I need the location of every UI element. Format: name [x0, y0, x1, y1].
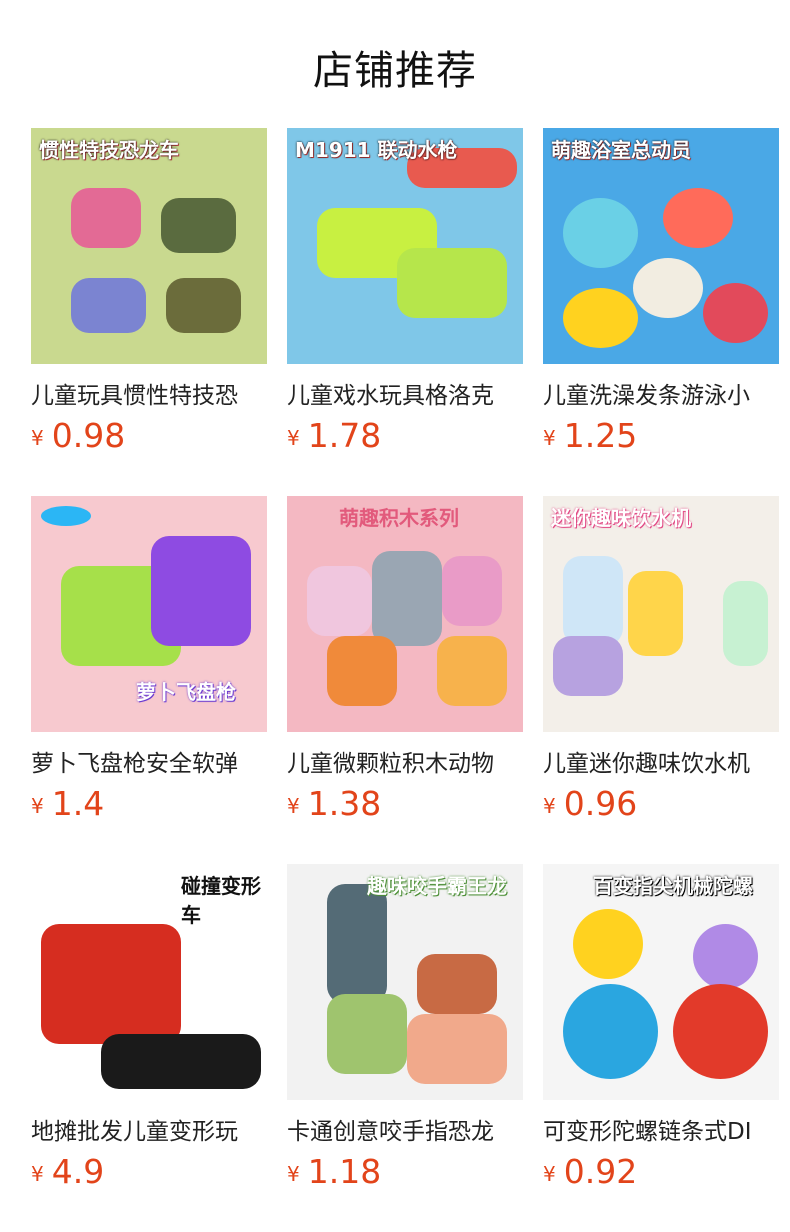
thumbnail-caption: 惯性特技恐龙车 [39, 138, 179, 162]
product-name[interactable]: 地摊批发儿童变形玩 [31, 1112, 267, 1146]
toy-shape [101, 1034, 261, 1089]
price-value: 1.78 [307, 416, 382, 455]
toy-shape [166, 278, 241, 333]
toy-shape [673, 984, 768, 1079]
price-value: 0.98 [51, 416, 126, 455]
thumbnail-caption: M1911 联动水枪 [295, 138, 458, 162]
product-row: 惯性特技恐龙车 儿童玩具惯性特技恐 ¥0.98 M1911 联动水枪 儿童戏水玩… [31, 128, 790, 496]
product-price: ¥0.96 [543, 786, 779, 824]
toy-shape [563, 556, 623, 646]
product-card[interactable]: 萌趣积木系列 儿童微颗粒积木动物 ¥1.38 [287, 496, 523, 826]
thumbnail-caption: 百变指尖机械陀螺 [593, 874, 753, 898]
currency-symbol: ¥ [543, 425, 556, 450]
toy-shape [71, 188, 141, 248]
thumbnail-caption: 萝卜飞盘枪 [136, 680, 236, 704]
page-title: 店铺推荐 [313, 48, 477, 94]
currency-symbol: ¥ [543, 1161, 556, 1186]
toy-shape [633, 258, 703, 318]
currency-symbol: ¥ [31, 425, 44, 450]
currency-symbol: ¥ [287, 1161, 300, 1186]
thumbnail-caption: 萌趣积木系列 [339, 506, 459, 530]
product-row: 萝卜飞盘枪 萝卜飞盘枪安全软弹 ¥1.4 萌趣积木系列 儿童微颗粒积木动物 ¥1… [31, 496, 790, 864]
toy-shape [703, 283, 768, 343]
currency-symbol: ¥ [287, 425, 300, 450]
product-price: ¥1.78 [287, 418, 523, 456]
toy-shape [723, 581, 768, 666]
toy-shape [161, 198, 236, 253]
product-price: ¥1.18 [287, 1154, 523, 1192]
toy-shape [327, 884, 387, 1004]
product-grid: 惯性特技恐龙车 儿童玩具惯性特技恐 ¥0.98 M1911 联动水枪 儿童戏水玩… [31, 128, 790, 1232]
thumbnail-caption: 迷你趣味饮水机 [551, 506, 691, 530]
product-price: ¥0.98 [31, 418, 267, 456]
toy-shape [553, 636, 623, 696]
toy-shape [563, 198, 638, 268]
product-thumbnail[interactable]: M1911 联动水枪 [287, 128, 523, 364]
toy-shape [573, 909, 643, 979]
price-value: 1.25 [563, 416, 638, 455]
product-price: ¥1.25 [543, 418, 779, 456]
price-value: 4.9 [51, 1152, 105, 1191]
product-thumbnail[interactable]: 百变指尖机械陀螺 [543, 864, 779, 1100]
product-name[interactable]: 儿童微颗粒积木动物 [287, 744, 523, 778]
thumbnail-caption: 趣味咬手霸王龙 [367, 874, 507, 898]
toy-shape [563, 288, 638, 348]
product-price: ¥0.92 [543, 1154, 779, 1192]
product-card[interactable]: 迷你趣味饮水机 儿童迷你趣味饮水机 ¥0.96 [543, 496, 779, 826]
toy-shape [397, 248, 507, 318]
thumbnail-caption: 碰撞变形车 [181, 874, 261, 927]
product-row: 碰撞变形车 地摊批发儿童变形玩 ¥4.9 趣味咬手霸王龙 卡通创意咬手指恐龙 ¥… [31, 864, 790, 1232]
product-thumbnail[interactable]: 碰撞变形车 [31, 864, 267, 1100]
product-card[interactable]: M1911 联动水枪 儿童戏水玩具格洛克 ¥1.78 [287, 128, 523, 458]
product-name[interactable]: 儿童玩具惯性特技恐 [31, 376, 267, 410]
product-thumbnail[interactable]: 萌趣浴室总动员 [543, 128, 779, 364]
toy-shape [372, 551, 442, 646]
toy-shape [327, 636, 397, 706]
toy-shape [307, 566, 372, 636]
currency-symbol: ¥ [31, 1161, 44, 1186]
toy-shape [563, 984, 658, 1079]
product-thumbnail[interactable]: 惯性特技恐龙车 [31, 128, 267, 364]
product-name[interactable]: 卡通创意咬手指恐龙 [287, 1112, 523, 1146]
product-thumbnail[interactable]: 迷你趣味饮水机 [543, 496, 779, 732]
currency-symbol: ¥ [31, 793, 44, 818]
product-price: ¥1.38 [287, 786, 523, 824]
currency-symbol: ¥ [543, 793, 556, 818]
product-name[interactable]: 儿童戏水玩具格洛克 [287, 376, 523, 410]
toy-shape [628, 571, 683, 656]
product-card[interactable]: 惯性特技恐龙车 儿童玩具惯性特技恐 ¥0.98 [31, 128, 267, 458]
price-value: 1.4 [51, 784, 105, 823]
product-name[interactable]: 儿童迷你趣味饮水机 [543, 744, 779, 778]
product-thumbnail[interactable]: 萝卜飞盘枪 [31, 496, 267, 732]
product-price: ¥1.4 [31, 786, 267, 824]
toy-shape [151, 536, 251, 646]
product-card[interactable]: 萌趣浴室总动员 儿童洗澡发条游泳小 ¥1.25 [543, 128, 779, 458]
product-name[interactable]: 可变形陀螺链条式DI [543, 1112, 779, 1146]
toy-shape [417, 954, 497, 1014]
toy-shape [442, 556, 502, 626]
toy-shape [663, 188, 733, 248]
toy-shape [407, 1014, 507, 1084]
thumbnail-caption: 萌趣浴室总动员 [551, 138, 691, 162]
product-thumbnail[interactable]: 萌趣积木系列 [287, 496, 523, 732]
toy-shape [71, 278, 146, 333]
price-value: 0.96 [563, 784, 638, 823]
toy-shape [437, 636, 507, 706]
product-name[interactable]: 儿童洗澡发条游泳小 [543, 376, 779, 410]
toy-shape [693, 924, 758, 989]
product-card[interactable]: 百变指尖机械陀螺 可变形陀螺链条式DI ¥0.92 [543, 864, 779, 1194]
product-card[interactable]: 趣味咬手霸王龙 卡通创意咬手指恐龙 ¥1.18 [287, 864, 523, 1194]
price-value: 1.38 [307, 784, 382, 823]
toy-shape [41, 924, 181, 1044]
toy-shape [327, 994, 407, 1074]
product-thumbnail[interactable]: 趣味咬手霸王龙 [287, 864, 523, 1100]
price-value: 0.92 [563, 1152, 638, 1191]
currency-symbol: ¥ [287, 793, 300, 818]
price-value: 1.18 [307, 1152, 382, 1191]
product-name[interactable]: 萝卜飞盘枪安全软弹 [31, 744, 267, 778]
product-card[interactable]: 萝卜飞盘枪 萝卜飞盘枪安全软弹 ¥1.4 [31, 496, 267, 826]
toy-shape [41, 506, 91, 526]
product-price: ¥4.9 [31, 1154, 267, 1192]
product-card[interactable]: 碰撞变形车 地摊批发儿童变形玩 ¥4.9 [31, 864, 267, 1194]
